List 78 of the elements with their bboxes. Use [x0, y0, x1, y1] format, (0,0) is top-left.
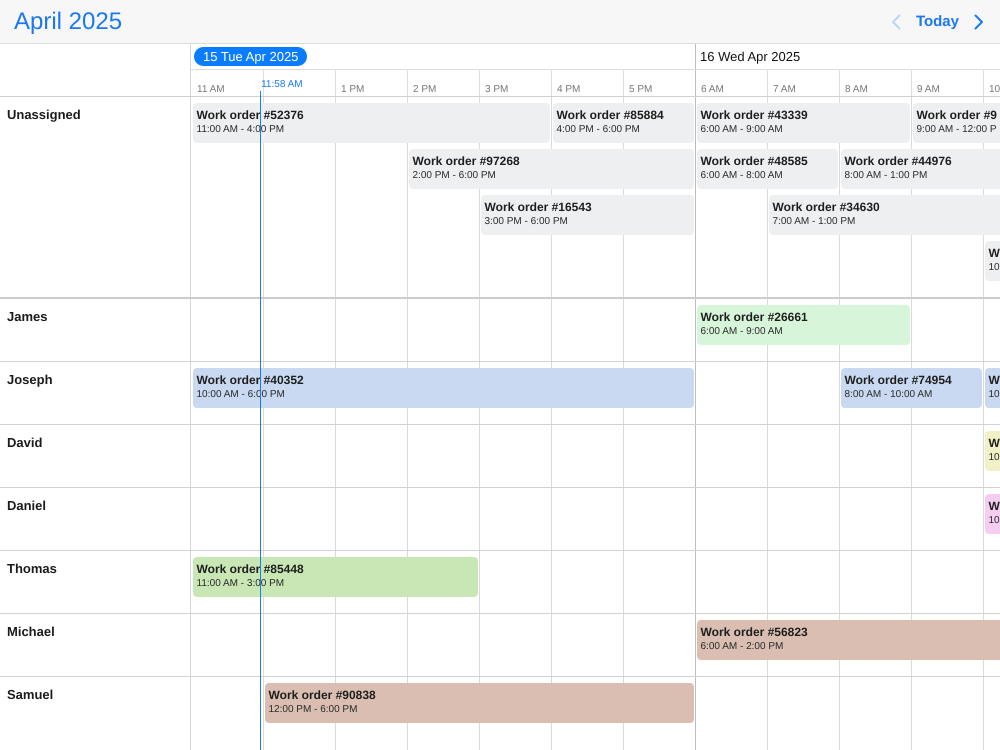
event-card[interactable]: Work order #97268 2:00 PM - 6:00 PM [408, 149, 694, 189]
event-card[interactable]: Work order #44976 8:00 AM - 1:00 PM [840, 149, 1000, 189]
event-time: 10 [988, 261, 1000, 274]
event-card[interactable]: W 10 [984, 368, 1000, 408]
hour-label: 11 AM [197, 84, 225, 96]
event-title: Work order #40352 [196, 373, 304, 388]
resource-name: David [7, 435, 42, 451]
day-label[interactable]: 15 Tue Apr 2025 [194, 47, 308, 66]
event-time: 10 [988, 514, 1000, 527]
event-time: 10 [988, 451, 1000, 464]
event-title: W [988, 499, 1000, 514]
event-card[interactable]: Work order #34630 7:00 AM - 1:00 PM [768, 195, 1000, 235]
resource-name: Samuel [7, 687, 54, 703]
event-title: Work order #97268 [412, 154, 520, 169]
event-title: Work order #34630 [772, 200, 880, 215]
resource-name: Michael [7, 624, 55, 640]
event-title: Work order #85448 [196, 562, 304, 577]
event-title: Work order #90838 [268, 688, 376, 703]
event-title: W [988, 373, 1000, 388]
event-title: W [988, 436, 1000, 451]
resource-name: Unassigned [7, 107, 81, 123]
event-title: Work order #43339 [700, 108, 808, 123]
event-card[interactable]: Work order #90838 12:00 PM - 6:00 PM [264, 683, 694, 723]
event-time: 6:00 AM - 9:00 AM [700, 325, 783, 338]
event-title: Work order #74954 [844, 373, 952, 388]
event-time: 8:00 AM - 1:00 PM [844, 169, 928, 182]
event-card[interactable]: Work order #26661 6:00 AM - 9:00 AM [696, 305, 910, 345]
event-card[interactable]: Work order #9 9:00 AM - 12:00 P [912, 103, 1000, 143]
event-title: Work order #16543 [484, 200, 592, 215]
today-button[interactable]: Today [916, 12, 959, 30]
hour-label: 3 PM [485, 84, 508, 96]
event-title: Work order #85884 [556, 108, 664, 123]
event-card[interactable]: W 10 [984, 241, 1000, 281]
hour-label: 5 PM [629, 84, 652, 96]
event-title: Work order #44976 [844, 154, 952, 169]
chevron-right-icon [974, 14, 984, 30]
event-card[interactable]: Work order #48585 6:00 AM - 8:00 AM [696, 149, 838, 189]
event-card[interactable]: Work order #16543 3:00 PM - 6:00 PM [480, 195, 694, 235]
event-card[interactable]: W 10 [984, 494, 1000, 534]
event-title: W [988, 246, 1000, 261]
event-time: 12:00 PM - 6:00 PM [268, 703, 358, 716]
current-time-label: 11:58 AM [261, 79, 303, 91]
hour-label: 1 PM [341, 84, 364, 96]
event-time: 9:00 AM - 12:00 P [916, 123, 997, 136]
event-card[interactable]: Work order #74954 8:00 AM - 10:00 AM [840, 368, 982, 408]
event-time: 6:00 AM - 2:00 PM [700, 640, 784, 653]
hour-label: 2 PM [413, 84, 436, 96]
month-title: April 2025 [14, 8, 122, 36]
event-card[interactable]: Work order #56823 6:00 AM - 2:00 PM [696, 620, 1000, 660]
event-card[interactable]: Work order #43339 6:00 AM - 9:00 AM [696, 103, 910, 143]
resource-name: Thomas [7, 561, 57, 577]
event-time: 8:00 AM - 10:00 AM [844, 388, 932, 401]
hour-label: 10 [989, 84, 1000, 96]
event-title: Work order #26661 [700, 310, 808, 325]
hour-label: 6 AM [701, 84, 724, 96]
hour-label: 9 AM [917, 84, 940, 96]
resource-name: Daniel [7, 498, 46, 514]
event-title: Work order #52376 [196, 108, 304, 123]
event-time: 3:00 PM - 6:00 PM [484, 215, 568, 228]
event-time: 6:00 AM - 8:00 AM [700, 169, 783, 182]
event-title: Work order #48585 [700, 154, 808, 169]
hour-label: 4 PM [557, 84, 580, 96]
next-button[interactable] [974, 14, 984, 30]
event-card[interactable]: Work order #85884 4:00 PM - 6:00 PM [552, 103, 694, 143]
event-time: 7:00 AM - 1:00 PM [772, 215, 856, 228]
event-card[interactable]: W 10 [984, 431, 1000, 471]
event-time: 10 [988, 388, 1000, 401]
event-title: Work order #56823 [700, 625, 808, 640]
event-time: 4:00 PM - 6:00 PM [556, 123, 640, 136]
event-time: 6:00 AM - 9:00 AM [700, 123, 783, 136]
resource-name: James [7, 309, 48, 325]
chevron-left-icon [890, 14, 901, 30]
hour-label: 8 AM [845, 84, 868, 96]
day-label[interactable]: 16 Wed Apr 2025 [700, 47, 800, 66]
resource-name: Joseph [7, 372, 53, 388]
event-time: 2:00 PM - 6:00 PM [412, 169, 496, 182]
hour-label: 7 AM [773, 84, 796, 96]
event-title: Work order #9 [916, 108, 997, 123]
